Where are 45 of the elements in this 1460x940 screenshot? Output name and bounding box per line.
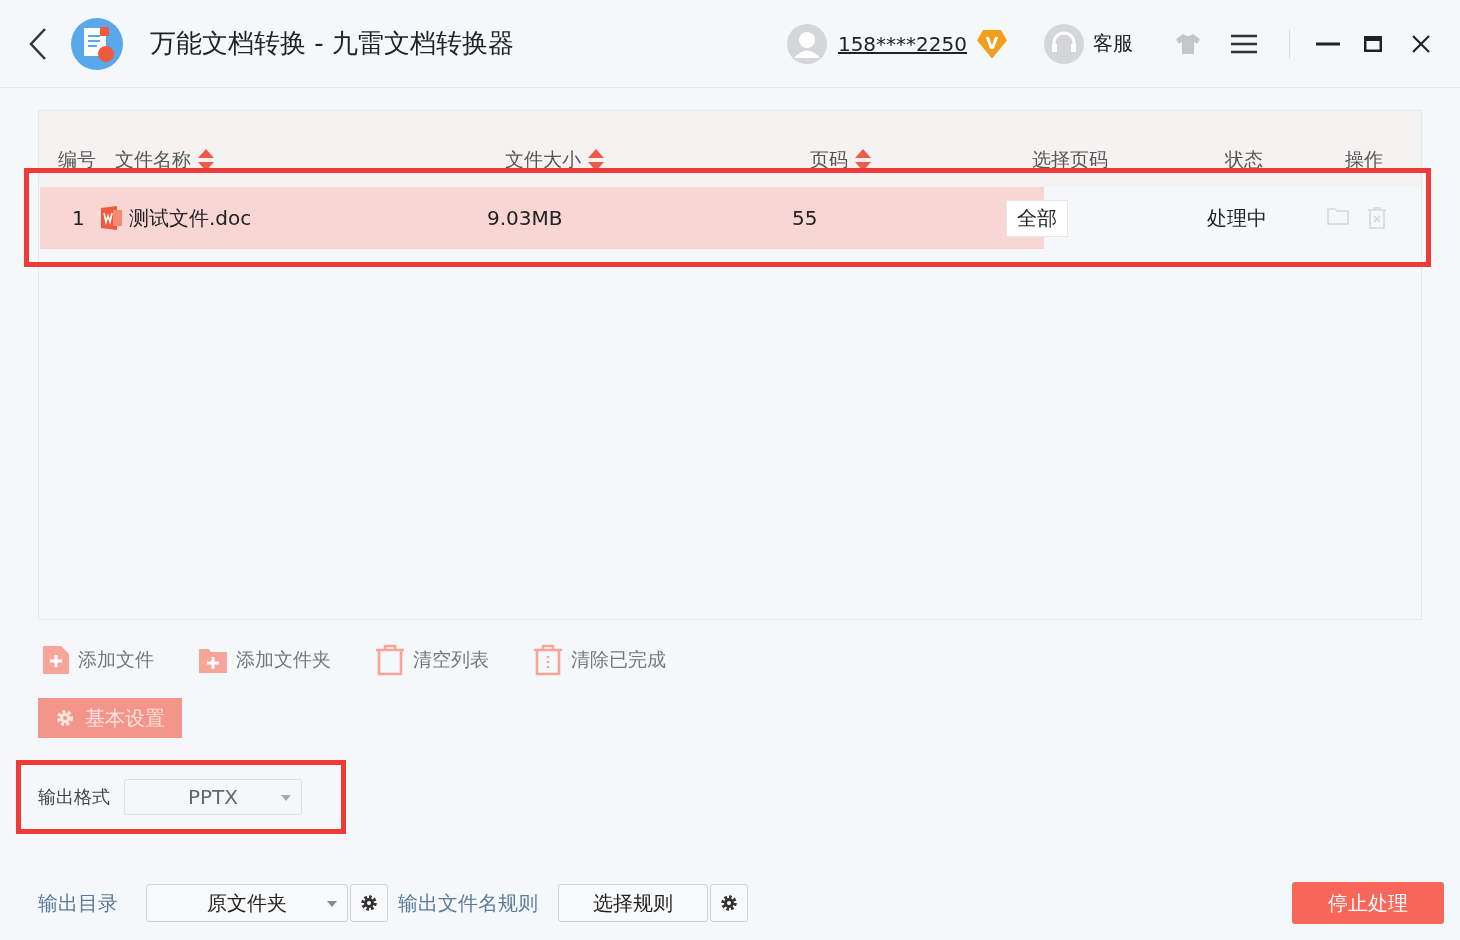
table-cell: 9.03MB	[487, 206, 563, 230]
settings-button[interactable]	[710, 884, 748, 922]
column-header: 编号	[58, 147, 96, 172]
support-link[interactable]: 客服	[1093, 30, 1133, 57]
output-dir-link[interactable]: 输出目录	[38, 889, 118, 917]
column-header: 状态	[1225, 147, 1263, 172]
clear-button[interactable]: 清空列表	[375, 644, 489, 676]
table-cell-text: 1	[71, 206, 85, 230]
column-header[interactable]: 文件大小	[505, 147, 581, 173]
maximize-icon[interactable]	[1364, 35, 1382, 52]
caret-icon	[327, 901, 337, 907]
clear-done-button[interactable]: 清除已完成	[533, 644, 666, 676]
gear-icon	[55, 708, 75, 728]
vip-badge: V	[977, 28, 1007, 59]
gear-icon	[360, 894, 378, 912]
stop-button[interactable]: 停止处理	[1292, 882, 1444, 924]
account-link[interactable]: 158****2250	[837, 31, 967, 56]
output-format-label: 输出格式	[38, 785, 110, 809]
app-logo-icon	[70, 16, 124, 71]
gear-icon	[720, 894, 738, 912]
trash-icon	[533, 644, 563, 676]
table-cell: 55	[792, 206, 818, 230]
column-header: 选择页码	[1032, 147, 1108, 172]
add-folder-button[interactable]: 添加文件夹	[198, 644, 331, 676]
minimize-icon[interactable]	[1316, 41, 1340, 46]
settings-button[interactable]	[350, 884, 388, 922]
choose-rule-button[interactable]: 选择规则	[558, 884, 708, 922]
back-icon[interactable]	[28, 26, 48, 61]
column-header[interactable]: 文件名称	[115, 147, 191, 173]
caret-icon	[281, 795, 291, 801]
format-dropdown[interactable]: PPTX	[124, 779, 302, 815]
trash-icon	[375, 644, 405, 676]
close-icon[interactable]	[1412, 34, 1430, 53]
menu-icon[interactable]	[1231, 33, 1257, 54]
add-folder-icon	[198, 646, 228, 674]
output-dir-dropdown[interactable]: 原文件夹	[146, 884, 348, 922]
column-header[interactable]: 页码	[810, 147, 848, 173]
add-file-icon	[42, 645, 70, 675]
status-text: 处理中	[1207, 204, 1267, 232]
name-rule-link[interactable]: 输出文件名规则	[398, 889, 538, 917]
file-name: 测试文件.doc	[129, 204, 252, 232]
page-range-field[interactable]: 全部	[1006, 199, 1068, 237]
window-title: 万能文档转换 - 九雷文档转换器	[150, 27, 514, 60]
column-header: 操作	[1345, 147, 1383, 172]
add-file-button[interactable]: 添加文件	[42, 644, 154, 676]
